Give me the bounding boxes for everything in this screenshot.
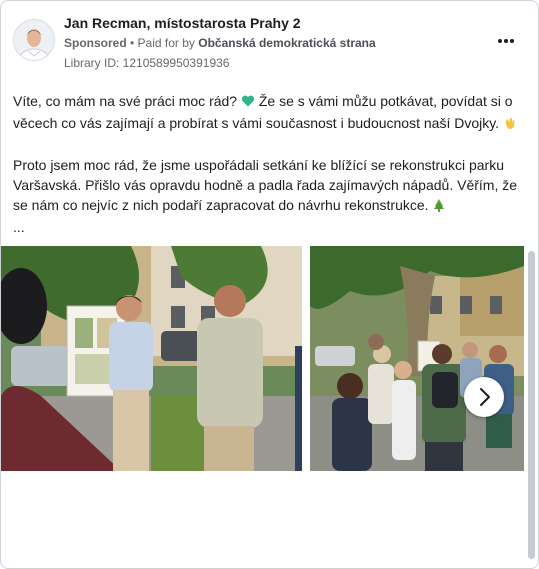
chevron-right-icon [480, 388, 490, 406]
image-carousel[interactable] [1, 246, 524, 471]
see-more-link[interactable]: ... [13, 217, 523, 237]
payer-name[interactable]: Občanská demokratická strana [198, 36, 375, 50]
paid-prefix: Paid for by [137, 36, 199, 50]
ad-post-card: Jan Recman, místostarosta Prahy 2 Sponso… [0, 0, 539, 569]
sponsorship-line: Sponsored • Paid for by Občanská demokra… [64, 36, 376, 50]
separator: • [126, 36, 138, 50]
carousel-next-button[interactable] [464, 377, 504, 417]
paragraph-1: Víte, co mám na své práci moc rád? Že se… [13, 91, 523, 135]
library-id: Library ID: 1210589950391936 [64, 56, 230, 70]
park-meeting-photo-1[interactable] [1, 246, 302, 471]
park-meeting-photo-2[interactable] [310, 246, 524, 471]
paragraph-1-start: Víte, co mám na své práci moc rád? [13, 93, 241, 109]
tree-icon [432, 197, 446, 217]
green-heart-icon [241, 93, 255, 113]
author-name[interactable]: Jan Recman, místostarosta Prahy 2 [64, 15, 301, 31]
sponsored-label: Sponsored [64, 36, 127, 50]
waving-hand-icon [503, 115, 517, 135]
avatar[interactable] [13, 19, 55, 61]
scrollbar[interactable] [528, 251, 535, 559]
post-text: Víte, co mám na své práci moc rád? Že se… [13, 91, 523, 237]
paragraph-2: Proto jsem moc rád, že jsme uspořádali s… [13, 155, 523, 217]
more-horizontal-icon[interactable] [492, 33, 520, 49]
post-header: Jan Recman, místostarosta Prahy 2 Sponso… [13, 13, 526, 73]
